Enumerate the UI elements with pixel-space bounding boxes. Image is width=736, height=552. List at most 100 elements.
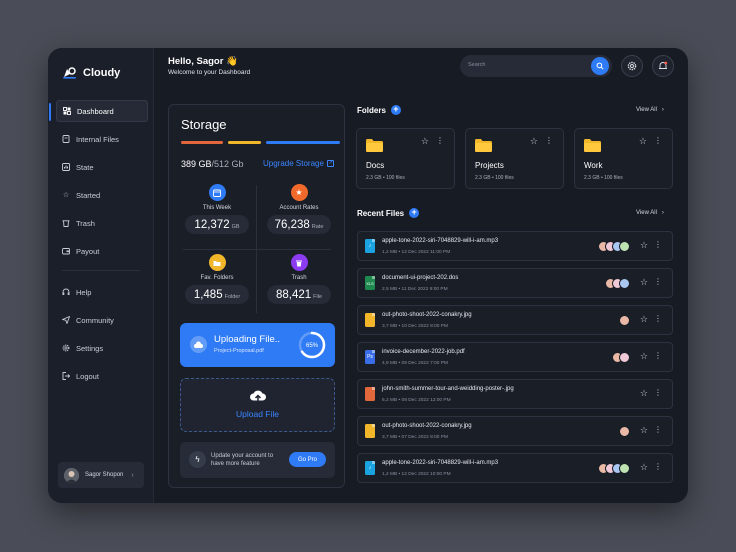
star-icon[interactable]: ☆ — [640, 388, 648, 399]
file-type-glyph: Ps — [367, 354, 373, 360]
file-row[interactable]: out-photo-shoot-2022-conakry.jpg 3,7 MB … — [357, 305, 673, 335]
go-pro-button[interactable]: Go Pro — [289, 452, 326, 467]
star-icon[interactable]: ☆ — [421, 136, 429, 147]
folders-view-all-link[interactable]: View All › — [636, 107, 664, 113]
file-row[interactable]: john-smith-summer-tour-and-weidding-post… — [357, 379, 673, 409]
sidebar-item-help[interactable]: Help — [56, 281, 148, 303]
sidebar-item-dashboard[interactable]: Dashboard — [49, 100, 148, 122]
upload-file-label: Upload File — [236, 409, 279, 419]
star-icon[interactable]: ☆ — [639, 136, 647, 147]
folder-card-projects[interactable]: ☆ ⋮ Projects 2.3 GB • 100 files — [465, 128, 564, 189]
avatar — [619, 426, 630, 437]
sidebar-nav: Dashboard Internal Files State ☆ Started — [48, 100, 154, 393]
more-options-icon[interactable]: ⋮ — [654, 136, 662, 145]
folder-meta: 2.3 GB • 100 files — [475, 175, 514, 181]
star-icon[interactable]: ☆ — [640, 314, 648, 325]
sidebar-item-community[interactable]: Community — [56, 309, 148, 331]
more-options-icon[interactable]: ⋮ — [654, 351, 662, 360]
sidebar-item-payout[interactable]: Payout — [56, 240, 148, 262]
sidebar-item-logout[interactable]: Logout — [56, 365, 148, 387]
folder-card-docs[interactable]: ☆ ⋮ Docs 2.3 GB • 100 files — [356, 128, 455, 189]
sidebar-item-label: Help — [76, 287, 92, 297]
folders-heading: Folders + — [357, 105, 401, 115]
settings-button[interactable] — [621, 55, 643, 77]
star-icon: ☆ — [62, 192, 70, 199]
file-meta: 3,7 MB • 07 Dec 2022 8:00 PM — [382, 435, 448, 440]
more-options-icon[interactable]: ⋮ — [654, 314, 662, 323]
search-bar[interactable]: Search — [460, 55, 612, 77]
star-icon[interactable]: ☆ — [640, 277, 648, 288]
more-options-icon[interactable]: ⋮ — [654, 240, 662, 249]
folder-card-work[interactable]: ☆ ⋮ Work 2.3 GB • 100 files — [574, 128, 673, 189]
chevron-right-icon: › — [661, 107, 664, 113]
stat-unit: File — [313, 294, 323, 300]
star-icon[interactable]: ☆ — [640, 425, 648, 436]
folder-icon — [208, 254, 226, 271]
upload-dropzone[interactable]: Upload File — [180, 378, 335, 432]
avatar — [619, 463, 630, 474]
sidebar-item-label: Settings — [76, 343, 104, 353]
more-options-icon[interactable]: ⋮ — [654, 462, 662, 471]
sidebar-item-started[interactable]: ☆ Started — [56, 184, 148, 206]
avatar — [64, 467, 79, 483]
star-icon[interactable]: ☆ — [640, 351, 648, 362]
add-file-button[interactable]: + — [409, 208, 420, 218]
storage-usage-bars — [181, 141, 340, 144]
stats-divider-horizontal — [183, 249, 331, 250]
folder-name: Projects — [475, 161, 504, 170]
stat-label: Account Rates — [279, 205, 319, 211]
star-icon[interactable]: ☆ — [530, 136, 538, 147]
notifications-button[interactable] — [652, 55, 674, 77]
stat-value: 88,421 — [275, 289, 312, 301]
stat-trash: Trash 88,421 File — [263, 254, 335, 304]
storage-panel: Storage 389 GB/512 Gb Upgrade Storage ↗ … — [168, 104, 345, 488]
uploading-file-card[interactable]: Uploading File.. Project-Proposal.pdf 65… — [180, 323, 335, 367]
app-logo[interactable]: Cloudy — [62, 66, 120, 79]
folder-name: Work — [584, 161, 603, 170]
bell-icon — [659, 61, 668, 69]
star-icon[interactable]: ☆ — [640, 240, 648, 251]
app-window: Cloudy Dashboard Internal Files State ☆ … — [48, 48, 688, 503]
community-icon — [62, 316, 70, 324]
uploading-filename: Project-Proposal.pdf — [214, 348, 264, 354]
stat-label: Trash — [291, 275, 307, 281]
shared-avatars — [598, 241, 630, 252]
help-icon — [62, 288, 70, 296]
search-button[interactable] — [591, 57, 609, 75]
user-profile-card[interactable]: Sagor Shopon › — [58, 462, 144, 488]
more-options-icon[interactable]: ⋮ — [654, 425, 662, 434]
file-row[interactable]: ♪ apple-tone-2022-siri-7048829-will-i-am… — [357, 231, 673, 261]
file-row[interactable]: XLS document-ui-project-202.dos 2,5 MB •… — [357, 268, 673, 298]
file-row[interactable]: ♪ apple-tone-2022-siri-7048829-will-i-am… — [357, 453, 673, 483]
sidebar-item-state[interactable]: State — [56, 156, 148, 178]
stat-unit: GB — [231, 224, 240, 230]
star-icon: ★ — [290, 184, 308, 201]
file-row[interactable]: out-photo-shoot-2022-conakry.jpg 3,7 MB … — [357, 416, 673, 446]
trash-icon — [290, 254, 308, 271]
stat-unit: Folder — [224, 294, 241, 300]
stat-account-rates: ★ Account Rates 76,238 Rate — [263, 184, 335, 234]
add-folder-button[interactable]: + — [390, 105, 401, 115]
shared-avatars — [619, 426, 630, 437]
file-meta: 3,7 MB • 10 Dec 2022 8:00 PM — [382, 324, 448, 329]
sidebar-item-trash[interactable]: Trash — [56, 212, 148, 234]
more-options-icon[interactable]: ⋮ — [436, 136, 444, 145]
more-options-icon[interactable]: ⋮ — [545, 136, 553, 145]
more-options-icon[interactable]: ⋮ — [654, 388, 662, 397]
state-icon — [62, 163, 70, 171]
file-type-glyph: ♪ — [368, 243, 372, 249]
sidebar-item-internal-files[interactable]: Internal Files — [56, 128, 148, 150]
sidebar-item-settings[interactable]: Settings — [56, 337, 148, 359]
recent-view-all-link[interactable]: View All › — [636, 210, 664, 216]
file-name: apple-tone-2022-siri-7048829-will-i-am.m… — [382, 460, 499, 466]
more-options-icon[interactable]: ⋮ — [654, 277, 662, 286]
search-input[interactable]: Search — [468, 62, 485, 68]
file-row[interactable]: Ps invoice-december-2022-job.pdf 4,9 MB … — [357, 342, 673, 372]
active-indicator — [49, 103, 51, 121]
star-icon[interactable]: ☆ — [640, 462, 648, 473]
sidebar-item-label: Trash — [76, 218, 95, 228]
sidebar-item-label: Community — [76, 315, 114, 325]
folder-meta: 2.3 GB • 100 files — [366, 175, 405, 181]
avatar — [619, 278, 630, 289]
upgrade-storage-link[interactable]: Upgrade Storage ↗ — [263, 159, 334, 168]
